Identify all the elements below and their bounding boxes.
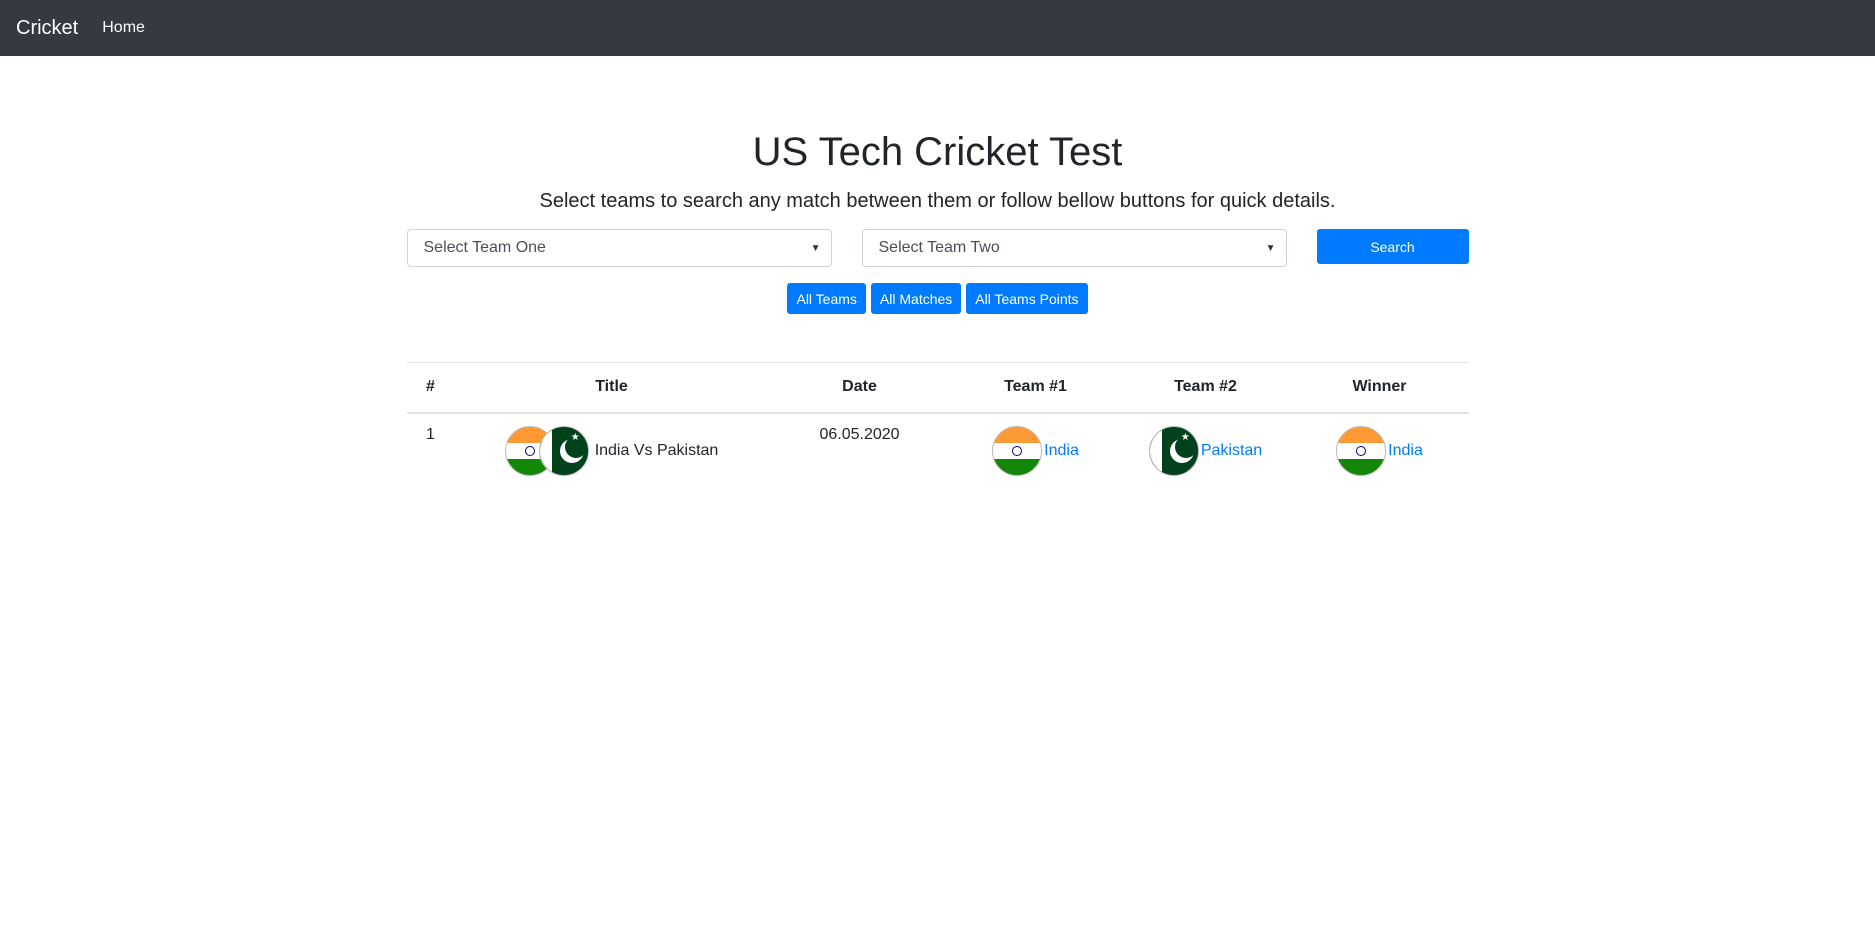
team-two-select[interactable]: Select Team Two ▼ — [861, 229, 1287, 267]
table-header-row: # Title Date Team #1 Team #2 Winner — [406, 362, 1469, 414]
team1-link[interactable]: India — [1044, 442, 1079, 460]
match-date: 06.05.2020 — [819, 425, 900, 443]
row-winner-cell: India — [1291, 413, 1469, 488]
pakistan-flag-icon: ★ — [1148, 425, 1199, 476]
team2-link[interactable]: Pakistan — [1201, 442, 1262, 460]
team-one-select[interactable]: Select Team One ▼ — [406, 229, 832, 267]
header-team1: Team #1 — [950, 362, 1121, 414]
row-team2-cell: ★ Pakistan — [1121, 413, 1291, 488]
main-content: US Tech Cricket Test Select teams to sea… — [406, 128, 1469, 488]
chevron-down-icon: ▼ — [1265, 242, 1276, 254]
chevron-down-icon: ▼ — [810, 242, 821, 254]
quick-buttons: All Teams All Matches All Teams Points — [407, 283, 1469, 314]
header-winner: Winner — [1290, 362, 1469, 414]
page-subtitle: Select teams to search any match between… — [539, 190, 1336, 212]
pakistan-flag-icon: ★ — [538, 425, 589, 476]
india-flag-icon — [992, 425, 1043, 476]
team-two-select-value: Select Team Two — [878, 239, 1000, 256]
header-date: Date — [768, 362, 951, 414]
header-num: # — [406, 362, 455, 414]
page-title: US Tech Cricket Test — [752, 130, 1123, 174]
nav-home-link[interactable]: Home — [102, 19, 145, 37]
india-flag-icon — [1336, 425, 1387, 476]
winner-link[interactable]: India — [1388, 442, 1423, 460]
match-title: India Vs Pakistan — [594, 441, 719, 459]
all-teams-button[interactable]: All Teams — [787, 283, 866, 314]
search-button[interactable]: Search — [1316, 229, 1469, 264]
row-date-cell: 06.05.2020 — [769, 413, 951, 488]
row-num: 1 — [426, 425, 435, 443]
row-team1-cell: India — [951, 413, 1121, 488]
header-title: Title — [454, 362, 769, 414]
matches-table: # Title Date Team #1 Team #2 Winner 1 ★ … — [406, 362, 1469, 488]
row-title-cell: ★ India Vs Pakistan — [455, 413, 769, 488]
all-matches-button[interactable]: All Matches — [870, 283, 962, 314]
team-one-select-value: Select Team One — [423, 239, 546, 256]
search-row: Select Team One ▼ Select Team Two ▼ Sear… — [406, 229, 1469, 267]
navbar: Cricket Home — [0, 0, 1875, 56]
all-teams-points-button[interactable]: All Teams Points — [966, 283, 1088, 314]
header-team2: Team #2 — [1120, 362, 1291, 414]
table-row: 1 ★ India Vs Pakistan 06.05.2020 India ★… — [407, 413, 1469, 488]
brand-link[interactable]: Cricket — [16, 17, 78, 40]
